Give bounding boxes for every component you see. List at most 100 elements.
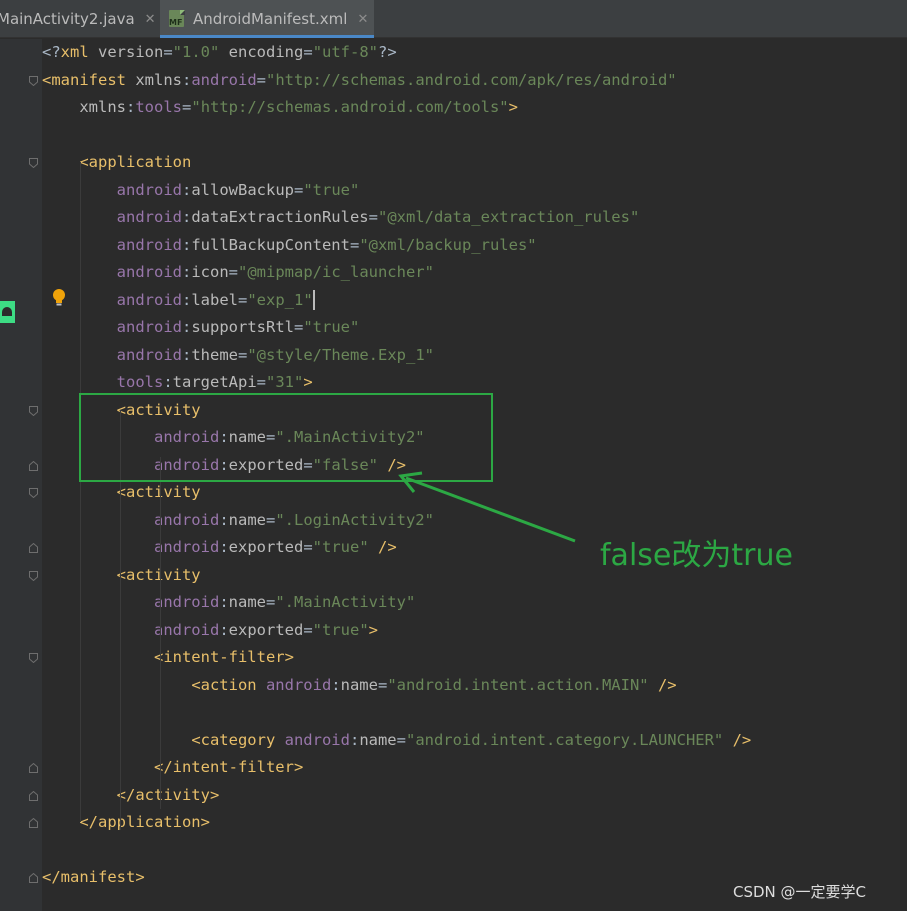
code-token: = (256, 373, 267, 391)
code-token: <manifest (42, 70, 136, 89)
code-line[interactable]: android:exported="true"> (42, 617, 378, 644)
code-line[interactable]: </application> (42, 809, 210, 836)
code-token: : (349, 730, 360, 749)
code-token: dataExtractionRules (191, 208, 369, 226)
code-line[interactable]: android:allowBackup="true" (42, 177, 360, 204)
code-token: "true" (303, 180, 360, 199)
code-line[interactable]: <activity (42, 479, 201, 506)
code-line[interactable]: android:name=".LoginActivity2" (42, 507, 434, 534)
code-token: : (163, 373, 173, 391)
fold-icon[interactable] (29, 763, 38, 773)
code-line[interactable]: <application (42, 149, 191, 176)
code-line[interactable]: </activity> (42, 782, 220, 809)
code-line[interactable]: android:theme="@style/Theme.Exp_1" (42, 342, 434, 369)
fold-icon[interactable] (29, 818, 38, 828)
code-line[interactable]: <manifest xmlns:android="http://schemas.… (42, 67, 677, 94)
code-token: ".LoginActivity2" (275, 510, 434, 529)
code-line[interactable]: <activity (42, 562, 201, 589)
code-token: label (191, 290, 238, 309)
code-line[interactable]: android:name=".MainActivity" (42, 589, 415, 616)
code-line[interactable]: android:exported="true" /> (42, 534, 397, 561)
code-token: </manifest> (42, 868, 145, 886)
code-token: xml (60, 43, 98, 61)
code-token: : (126, 98, 136, 116)
fold-icon[interactable] (29, 405, 38, 416)
code-line[interactable]: </manifest> (42, 864, 145, 891)
code-token: = (256, 70, 267, 89)
fold-icon[interactable] (29, 543, 38, 553)
close-icon[interactable]: ✕ (357, 12, 368, 27)
fold-icon[interactable] (29, 873, 38, 883)
code-token: <action (191, 675, 266, 694)
code-line[interactable]: <category android:name="android.intent.c… (42, 727, 751, 754)
fold-icon[interactable] (29, 488, 38, 498)
code-token: ".MainActivity" (275, 593, 416, 611)
fold-icon[interactable] (29, 653, 38, 663)
code-token: : (181, 290, 192, 309)
code-line[interactable]: <?xml version="1.0" encoding="utf-8"?> (42, 39, 397, 66)
code-token: allowBackup (191, 180, 294, 199)
tab-label: MainActivity2.java (0, 10, 135, 28)
code-line[interactable]: android:dataExtractionRules="@xml/data_e… (42, 204, 640, 231)
fold-icon[interactable] (29, 158, 38, 168)
fold-icon[interactable] (29, 570, 38, 581)
code-token: "31" (266, 373, 304, 391)
code-token: android (116, 345, 182, 364)
fold-icon[interactable] (29, 790, 38, 801)
code-token: exported (228, 538, 304, 556)
code-token: = (238, 290, 248, 309)
code-token: android (116, 290, 182, 309)
code-token: </activity> (116, 785, 220, 804)
android-icon[interactable] (0, 301, 15, 323)
code-line[interactable]: xmlns:tools="http://schemas.android.com/… (42, 94, 518, 121)
annotation-text: false改为true (600, 538, 793, 573)
code-token: "true" (303, 318, 360, 336)
code-token: : (181, 208, 192, 226)
code-line[interactable]: </intent-filter> (42, 754, 303, 781)
code-line[interactable]: android:icon="@mipmap/ic_launcher" (42, 259, 434, 286)
code-token: android (116, 263, 182, 281)
code-token: = (349, 235, 360, 254)
code-line[interactable]: android:label="exp_1" (42, 287, 315, 314)
code-token: = (293, 180, 304, 199)
code-token: targetApi (172, 373, 257, 391)
code-token: : (181, 318, 192, 336)
code-token: android (116, 235, 182, 254)
code-token: xmlns (79, 98, 126, 116)
code-token: "@mipmap/ic_launcher" (238, 263, 434, 281)
code-token: name (228, 510, 266, 529)
code-token: = (182, 98, 192, 116)
editor-tab-bar: MainActivity2.java ✕ MF AndroidManifest.… (0, 0, 907, 38)
code-token: = (303, 620, 313, 639)
code-token: = (293, 318, 304, 336)
code-token: android (116, 208, 182, 226)
code-token: > (368, 620, 378, 639)
code-line[interactable]: <action android:name="android.intent.act… (42, 672, 676, 699)
manifest-file-icon: MF (168, 10, 186, 28)
code-token: <intent-filter> (153, 648, 294, 666)
code-token: fullBackupContent (191, 235, 350, 254)
code-token: "exp_1" (247, 290, 313, 309)
tab-mainactivity2-java[interactable]: MainActivity2.java ✕ (0, 0, 156, 38)
close-icon[interactable]: ✕ (145, 12, 156, 27)
code-token: <category (191, 730, 285, 749)
code-token: "true" (312, 620, 369, 639)
code-token: : (181, 345, 192, 364)
code-token: = (303, 538, 313, 556)
code-token: > (508, 98, 518, 116)
code-line[interactable]: android:fullBackupContent="@xml/backup_r… (42, 232, 537, 259)
tab-androidmanifest-xml[interactable]: MF AndroidManifest.xml ✕ (160, 0, 374, 38)
code-token: "1.0" (172, 43, 220, 61)
indent-guide (80, 162, 81, 822)
code-token: = (396, 730, 406, 749)
code-line[interactable]: android:supportsRtl="true" (42, 314, 360, 341)
fold-icon[interactable] (29, 75, 38, 86)
fold-icon[interactable] (29, 460, 38, 471)
code-line[interactable]: tools:targetApi="31"> (42, 369, 313, 396)
